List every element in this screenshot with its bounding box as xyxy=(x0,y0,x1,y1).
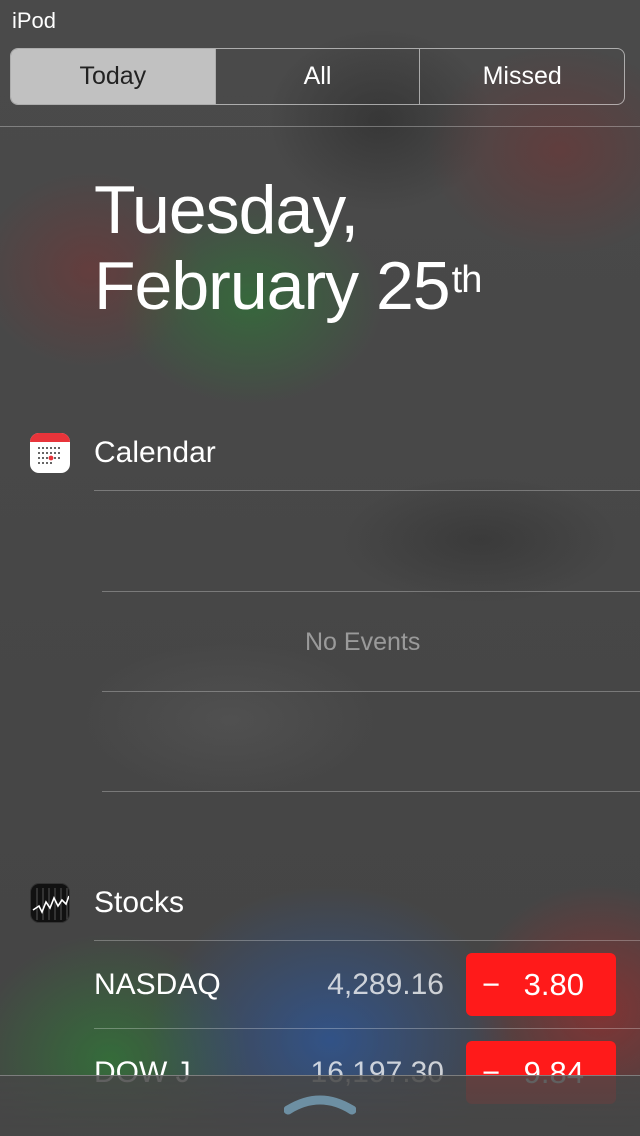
date-month-day-line: February 25th xyxy=(94,248,483,324)
stocks-widget-title[interactable]: Stocks xyxy=(94,886,184,920)
calendar-title-divider xyxy=(94,490,640,491)
calendar-row-divider xyxy=(102,591,640,592)
calendar-row-divider xyxy=(102,691,640,692)
header-divider xyxy=(0,126,640,127)
calendar-icon[interactable] xyxy=(30,433,70,473)
date-weekday: Tuesday, xyxy=(94,172,359,248)
chevron-up-icon[interactable] xyxy=(284,1092,356,1116)
calendar-row-divider xyxy=(102,791,640,792)
notification-segmented-control: Today All Missed xyxy=(10,48,625,105)
stock-symbol: NASDAQ xyxy=(94,968,221,1001)
tab-today[interactable]: Today xyxy=(11,49,215,104)
stocks-icon[interactable] xyxy=(30,883,70,923)
tab-missed[interactable]: Missed xyxy=(419,49,624,104)
change-value: 3.80 xyxy=(523,966,584,1002)
status-carrier: iPod xyxy=(12,8,57,33)
date-heading: Tuesday, February 25th xyxy=(94,172,483,324)
date-month-day: February 25 xyxy=(94,248,451,324)
stock-change-badge[interactable]: − 3.80 xyxy=(466,953,616,1016)
stock-row[interactable]: NASDAQ 4,289.16 − 3.80 xyxy=(0,941,640,1029)
change-sign: − xyxy=(482,966,501,1002)
date-ordinal-suffix: th xyxy=(451,259,483,301)
tab-all[interactable]: All xyxy=(214,49,420,104)
no-events-label: No Events xyxy=(305,628,421,656)
stock-price: 4,289.16 xyxy=(327,968,444,1001)
calendar-widget-title[interactable]: Calendar xyxy=(94,436,216,470)
